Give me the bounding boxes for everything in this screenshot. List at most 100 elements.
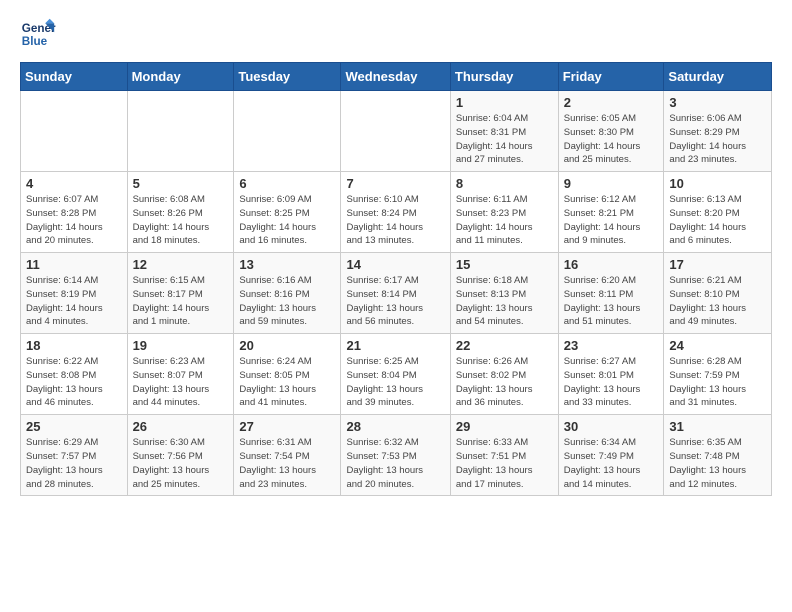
day-cell	[21, 91, 128, 172]
day-info: Sunrise: 6:20 AMSunset: 8:11 PMDaylight:…	[564, 274, 659, 329]
day-cell	[341, 91, 450, 172]
day-cell: 14 Sunrise: 6:17 AMSunset: 8:14 PMDayligh…	[341, 253, 450, 334]
day-info: Sunrise: 6:07 AMSunset: 8:28 PMDaylight:…	[26, 193, 122, 248]
day-number: 27	[239, 419, 335, 434]
day-cell: 21 Sunrise: 6:25 AMSunset: 8:04 PMDayligh…	[341, 334, 450, 415]
day-number: 23	[564, 338, 659, 353]
logo: General Blue	[20, 16, 60, 52]
day-info: Sunrise: 6:10 AMSunset: 8:24 PMDaylight:…	[346, 193, 444, 248]
day-cell: 11 Sunrise: 6:14 AMSunset: 8:19 PMDayligh…	[21, 253, 128, 334]
day-cell: 23Sunrise: 6:27 AMSunset: 8:01 PMDayligh…	[558, 334, 664, 415]
day-number: 3	[669, 95, 766, 110]
day-info: Sunrise: 6:24 AMSunset: 8:05 PMDaylight:…	[239, 355, 335, 410]
day-cell: 22Sunrise: 6:26 AMSunset: 8:02 PMDayligh…	[450, 334, 558, 415]
day-number: 26	[133, 419, 229, 434]
weekday-header-saturday: Saturday	[664, 63, 772, 91]
day-info: Sunrise: 6:12 AMSunset: 8:21 PMDaylight:…	[564, 193, 659, 248]
day-cell: 27 Sunrise: 6:31 AMSunset: 7:54 PMDayligh…	[234, 415, 341, 496]
weekday-header-monday: Monday	[127, 63, 234, 91]
day-number: 30	[564, 419, 659, 434]
day-number: 24	[669, 338, 766, 353]
day-number: 31	[669, 419, 766, 434]
day-info: Sunrise: 6:13 AMSunset: 8:20 PMDaylight:…	[669, 193, 766, 248]
day-info: Sunrise: 6:05 AMSunset: 8:30 PMDaylight:…	[564, 112, 659, 167]
day-cell: 31 Sunrise: 6:35 AMSunset: 7:48 PMDayligh…	[664, 415, 772, 496]
day-cell: 4 Sunrise: 6:07 AMSunset: 8:28 PMDaylight…	[21, 172, 128, 253]
day-info: Sunrise: 6:29 AMSunset: 7:57 PMDaylight:…	[26, 436, 122, 491]
day-number: 7	[346, 176, 444, 191]
day-cell: 28Sunrise: 6:32 AMSunset: 7:53 PMDayligh…	[341, 415, 450, 496]
day-info: Sunrise: 6:28 AMSunset: 7:59 PMDaylight:…	[669, 355, 766, 410]
weekday-header-thursday: Thursday	[450, 63, 558, 91]
day-number: 4	[26, 176, 122, 191]
weekday-header-wednesday: Wednesday	[341, 63, 450, 91]
day-number: 13	[239, 257, 335, 272]
day-number: 20	[239, 338, 335, 353]
day-cell: 12 Sunrise: 6:15 AMSunset: 8:17 PMDayligh…	[127, 253, 234, 334]
day-cell: 13 Sunrise: 6:16 AMSunset: 8:16 PMDayligh…	[234, 253, 341, 334]
day-number: 21	[346, 338, 444, 353]
day-cell: 30 Sunrise: 6:34 AMSunset: 7:49 PMDayligh…	[558, 415, 664, 496]
header: General Blue	[20, 16, 772, 52]
day-info: Sunrise: 6:23 AMSunset: 8:07 PMDaylight:…	[133, 355, 229, 410]
day-cell	[234, 91, 341, 172]
day-number: 15	[456, 257, 553, 272]
day-cell: 25 Sunrise: 6:29 AMSunset: 7:57 PMDayligh…	[21, 415, 128, 496]
day-number: 29	[456, 419, 553, 434]
day-info: Sunrise: 6:17 AMSunset: 8:14 PMDaylight:…	[346, 274, 444, 329]
day-cell: 2Sunrise: 6:05 AMSunset: 8:30 PMDaylight…	[558, 91, 664, 172]
day-info: Sunrise: 6:08 AMSunset: 8:26 PMDaylight:…	[133, 193, 229, 248]
day-number: 28	[346, 419, 444, 434]
day-info: Sunrise: 6:04 AMSunset: 8:31 PMDaylight:…	[456, 112, 553, 167]
day-info: Sunrise: 6:31 AMSunset: 7:54 PMDaylight:…	[239, 436, 335, 491]
day-info: Sunrise: 6:35 AMSunset: 7:48 PMDaylight:…	[669, 436, 766, 491]
day-cell: 8Sunrise: 6:11 AMSunset: 8:23 PMDaylight…	[450, 172, 558, 253]
day-cell: 7 Sunrise: 6:10 AMSunset: 8:24 PMDaylight…	[341, 172, 450, 253]
day-info: Sunrise: 6:09 AMSunset: 8:25 PMDaylight:…	[239, 193, 335, 248]
week-row-2: 4 Sunrise: 6:07 AMSunset: 8:28 PMDaylight…	[21, 172, 772, 253]
day-number: 25	[26, 419, 122, 434]
day-number: 19	[133, 338, 229, 353]
day-number: 14	[346, 257, 444, 272]
day-cell	[127, 91, 234, 172]
day-info: Sunrise: 6:18 AMSunset: 8:13 PMDaylight:…	[456, 274, 553, 329]
day-info: Sunrise: 6:14 AMSunset: 8:19 PMDaylight:…	[26, 274, 122, 329]
day-cell: 9Sunrise: 6:12 AMSunset: 8:21 PMDaylight…	[558, 172, 664, 253]
week-row-4: 18 Sunrise: 6:22 AMSunset: 8:08 PMDayligh…	[21, 334, 772, 415]
day-cell: 10 Sunrise: 6:13 AMSunset: 8:20 PMDayligh…	[664, 172, 772, 253]
week-row-5: 25 Sunrise: 6:29 AMSunset: 7:57 PMDayligh…	[21, 415, 772, 496]
calendar-body: 1 Sunrise: 6:04 AMSunset: 8:31 PMDaylight…	[21, 91, 772, 496]
day-info: Sunrise: 6:15 AMSunset: 8:17 PMDaylight:…	[133, 274, 229, 329]
day-cell: 3Sunrise: 6:06 AMSunset: 8:29 PMDaylight…	[664, 91, 772, 172]
svg-text:Blue: Blue	[22, 35, 48, 48]
day-number: 10	[669, 176, 766, 191]
week-row-1: 1 Sunrise: 6:04 AMSunset: 8:31 PMDaylight…	[21, 91, 772, 172]
day-info: Sunrise: 6:34 AMSunset: 7:49 PMDaylight:…	[564, 436, 659, 491]
day-info: Sunrise: 6:30 AMSunset: 7:56 PMDaylight:…	[133, 436, 229, 491]
day-cell: 18 Sunrise: 6:22 AMSunset: 8:08 PMDayligh…	[21, 334, 128, 415]
day-cell: 15 Sunrise: 6:18 AMSunset: 8:13 PMDayligh…	[450, 253, 558, 334]
week-row-3: 11 Sunrise: 6:14 AMSunset: 8:19 PMDayligh…	[21, 253, 772, 334]
day-number: 16	[564, 257, 659, 272]
calendar-table: SundayMondayTuesdayWednesdayThursdayFrid…	[20, 62, 772, 496]
weekday-header-tuesday: Tuesday	[234, 63, 341, 91]
day-cell: 1 Sunrise: 6:04 AMSunset: 8:31 PMDaylight…	[450, 91, 558, 172]
day-number: 22	[456, 338, 553, 353]
day-number: 17	[669, 257, 766, 272]
day-info: Sunrise: 6:22 AMSunset: 8:08 PMDaylight:…	[26, 355, 122, 410]
day-info: Sunrise: 6:11 AMSunset: 8:23 PMDaylight:…	[456, 193, 553, 248]
weekday-header-sunday: Sunday	[21, 63, 128, 91]
day-number: 11	[26, 257, 122, 272]
day-number: 1	[456, 95, 553, 110]
day-cell: 26 Sunrise: 6:30 AMSunset: 7:56 PMDayligh…	[127, 415, 234, 496]
logo-icon: General Blue	[20, 16, 56, 52]
day-info: Sunrise: 6:33 AMSunset: 7:51 PMDaylight:…	[456, 436, 553, 491]
day-cell: 16 Sunrise: 6:20 AMSunset: 8:11 PMDayligh…	[558, 253, 664, 334]
day-number: 18	[26, 338, 122, 353]
day-info: Sunrise: 6:16 AMSunset: 8:16 PMDaylight:…	[239, 274, 335, 329]
day-info: Sunrise: 6:25 AMSunset: 8:04 PMDaylight:…	[346, 355, 444, 410]
day-number: 12	[133, 257, 229, 272]
day-cell: 29 Sunrise: 6:33 AMSunset: 7:51 PMDayligh…	[450, 415, 558, 496]
page: General Blue SundayMondayTuesdayWednesda…	[0, 0, 792, 506]
day-number: 6	[239, 176, 335, 191]
